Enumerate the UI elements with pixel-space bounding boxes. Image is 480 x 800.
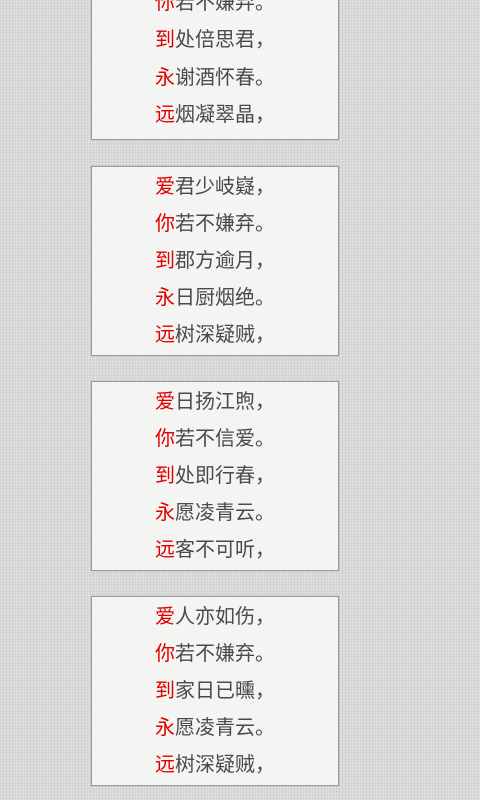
line-text: 日扬江煦， [175, 389, 275, 413]
acrostic-char: 永 [155, 500, 175, 524]
acrostic-char: 远 [155, 537, 175, 561]
line-text: 处倍思君， [175, 27, 275, 51]
acrostic-char: 远 [155, 752, 175, 776]
line-text: 日厨烟绝。 [175, 285, 275, 309]
line-text: 家日已曛， [175, 678, 275, 702]
poem-line: 永愿凌青云。 [155, 712, 275, 742]
line-text: 愿凌青云。 [175, 500, 275, 524]
line-text: 若不嫌弃。 [175, 0, 275, 14]
acrostic-char: 你 [155, 211, 175, 235]
acrostic-char: 爱 [155, 604, 175, 628]
poem-card[interactable]: 你若不嫌弃。 到处倍思君， 永谢酒怀春。 远烟凝翠晶， [91, 0, 339, 140]
poem-card[interactable]: 爱日扬江煦， 你若不信爱。 到处即行春， 永愿凌青云。 远客不可听， [91, 381, 339, 571]
acrostic-char: 到 [155, 27, 175, 51]
acrostic-char: 永 [155, 65, 175, 89]
acrostic-char: 爱 [155, 389, 175, 413]
poem-line: 爱君少岐嶷， [155, 171, 275, 201]
acrostic-char: 你 [155, 0, 175, 14]
line-text: 若不信爱。 [175, 426, 275, 450]
line-text: 树深疑贼， [175, 322, 275, 346]
poem-line: 到郡方逾月， [155, 245, 275, 275]
poem-line: 永日厨烟绝。 [155, 282, 275, 312]
poem-line: 爱日扬江煦， [155, 386, 275, 416]
line-text: 人亦如伤， [175, 604, 275, 628]
poem-card[interactable]: 爱人亦如伤， 你若不嫌弃。 到家日已曛， 永愿凌青云。 远树深疑贼， [91, 596, 339, 786]
line-text: 君少岐嶷， [175, 174, 275, 198]
poem-card[interactable]: 爱君少岐嶷， 你若不嫌弃。 到郡方逾月， 永日厨烟绝。 远树深疑贼， [91, 166, 339, 356]
poem-line: 远客不可听， [155, 534, 275, 564]
poem-line: 你若不嫌弃。 [155, 638, 275, 668]
line-text: 郡方逾月， [175, 248, 275, 272]
acrostic-char: 远 [155, 322, 175, 346]
acrostic-char: 爱 [155, 174, 175, 198]
line-text: 愿凌青云。 [175, 715, 275, 739]
poem-line: 远烟凝翠晶， [155, 99, 275, 129]
poem-line: 爱人亦如伤， [155, 601, 275, 631]
acrostic-char: 永 [155, 715, 175, 739]
line-text: 若不嫌弃。 [175, 641, 275, 665]
acrostic-char: 到 [155, 678, 175, 702]
poem-line: 永谢酒怀春。 [155, 62, 275, 92]
poem-line: 远树深疑贼， [155, 749, 275, 779]
line-text: 树深疑贼， [175, 752, 275, 776]
poem-line: 到处倍思君， [155, 24, 275, 54]
poem-line: 你若不嫌弃。 [155, 0, 275, 17]
poem-line: 你若不信爱。 [155, 423, 275, 453]
poem-line: 到处即行春， [155, 460, 275, 490]
line-text: 客不可听， [175, 537, 275, 561]
line-text: 烟凝翠晶， [175, 102, 275, 126]
poem-line: 远树深疑贼， [155, 319, 275, 349]
line-text: 若不嫌弃。 [175, 211, 275, 235]
poem-line: 你若不嫌弃。 [155, 208, 275, 238]
acrostic-char: 到 [155, 463, 175, 487]
acrostic-char: 你 [155, 641, 175, 665]
acrostic-char: 到 [155, 248, 175, 272]
acrostic-char: 远 [155, 102, 175, 126]
acrostic-char: 永 [155, 285, 175, 309]
line-text: 谢酒怀春。 [175, 65, 275, 89]
poem-line: 永愿凌青云。 [155, 497, 275, 527]
poem-line: 到家日已曛， [155, 675, 275, 705]
acrostic-char: 你 [155, 426, 175, 450]
line-text: 处即行春， [175, 463, 275, 487]
